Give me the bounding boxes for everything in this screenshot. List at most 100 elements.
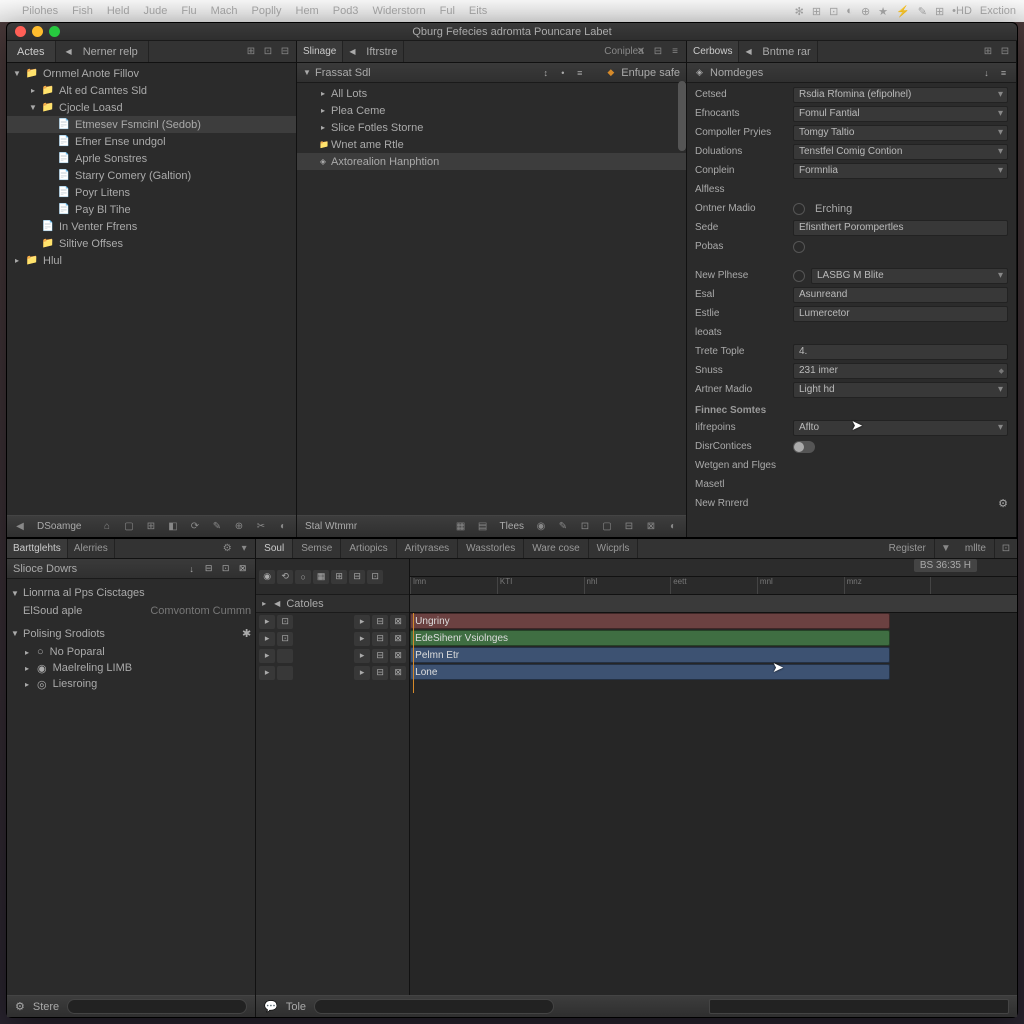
tree-row[interactable]: ▼📁Ornmel Anote Fillov — [7, 65, 296, 82]
tree-row[interactable]: 📄Aprle Sonstres — [7, 150, 296, 167]
dropdown[interactable]: Rsdia Rfomina (efipolnel) — [793, 87, 1008, 103]
menu-item[interactable]: Mach — [211, 5, 238, 17]
menu-item[interactable]: Pilohes — [22, 5, 58, 17]
tree-row[interactable]: ▼📁Cjocle Loasd — [7, 99, 296, 116]
track-btn[interactable]: ◉ — [259, 570, 275, 584]
timeline-tab[interactable]: Artiopics — [341, 539, 396, 558]
icon[interactable]: ⊠ — [236, 562, 249, 575]
status-icon[interactable]: ⊕ — [861, 5, 870, 18]
tool-icon[interactable]: ▤ — [474, 519, 492, 535]
tool-icon[interactable]: ⌂ — [98, 519, 116, 535]
tab-iftrstre[interactable]: ◀ Iftrstre — [343, 41, 404, 62]
track-controls[interactable]: ▸▸⊟⊠ — [256, 664, 409, 681]
tab-nerner[interactable]: ◀ Nerner relp — [56, 41, 149, 62]
dropdown[interactable]: Tenstfel Comig Contion — [793, 144, 1008, 160]
tool-icon[interactable]: ▦ — [452, 519, 470, 535]
asset-row[interactable]: 📁Wnet ame Rtle — [297, 136, 686, 153]
icon[interactable]: ⊟ — [202, 562, 215, 575]
asset-row[interactable]: ▸Plea Ceme — [297, 102, 686, 119]
status-icon[interactable]: ◐ — [846, 5, 853, 18]
tool-icon[interactable]: ◉ — [532, 519, 550, 535]
track-btn[interactable]: ⊟ — [349, 570, 365, 584]
tool-icon[interactable]: ⟳ — [186, 519, 204, 535]
tab-cerbows[interactable]: Cerbows — [687, 41, 739, 62]
tree-row[interactable]: 📄Efner Ense undgol — [7, 133, 296, 150]
menu-item[interactable]: Jude — [143, 5, 167, 17]
track-btn[interactable]: ⟲ — [277, 570, 293, 584]
number-field[interactable]: 231 imer — [793, 363, 1008, 379]
tool-icon[interactable]: ✎ — [208, 519, 226, 535]
panel-icon[interactable]: ≡ — [668, 45, 682, 59]
tool-icon[interactable]: ⊡ — [576, 519, 594, 535]
track-btn[interactable]: ▦ — [313, 570, 329, 584]
tree-row[interactable]: 📄Poyr Litens — [7, 184, 296, 201]
menu-item[interactable]: Poplly — [252, 5, 282, 17]
toggle[interactable] — [793, 441, 815, 453]
scrollbar[interactable] — [678, 81, 686, 151]
tab-mllte[interactable]: mllte — [957, 539, 995, 558]
icon[interactable]: ↓ — [185, 562, 198, 575]
radio[interactable] — [793, 203, 805, 215]
timeline-tab[interactable]: Ware cose — [524, 539, 588, 558]
panel-icon[interactable]: ⊟ — [278, 45, 292, 59]
menu-item[interactable]: Held — [107, 5, 130, 17]
panel-icon[interactable]: ⊞ — [244, 45, 258, 59]
status-icon[interactable]: ⊞ — [935, 5, 944, 18]
tool-icon[interactable]: ▢ — [598, 519, 616, 535]
track-btn[interactable]: ⊞ — [331, 570, 347, 584]
icon[interactable]: ⊡ — [219, 562, 232, 575]
gear-icon[interactable]: ⚙ — [998, 497, 1008, 510]
sort-icon[interactable]: ↕ — [539, 66, 552, 79]
dropdown[interactable]: Tomgy Taltio — [793, 125, 1008, 141]
track-btn[interactable]: ⊡ — [367, 570, 383, 584]
track-controls[interactable]: ▸▸⊟⊠ — [256, 647, 409, 664]
tool-icon[interactable]: ⊠ — [642, 519, 660, 535]
panel-icon[interactable]: ⊟ — [651, 45, 665, 59]
text-field[interactable]: Lumercetor — [793, 306, 1008, 322]
dropdown[interactable]: Light hd — [793, 382, 1008, 398]
tab-register[interactable]: Register — [881, 539, 935, 558]
tab-bntme[interactable]: ◀ Bntme rar — [739, 41, 817, 62]
menu-icon[interactable]: ≡ — [997, 66, 1010, 79]
status-icon[interactable]: ✎ — [918, 5, 927, 18]
maximize-button[interactable] — [49, 26, 60, 37]
tab-alerries[interactable]: Alerries — [68, 539, 115, 558]
panel-icon[interactable]: ⊡ — [999, 542, 1013, 556]
timeline-tab[interactable]: Arityrases — [397, 539, 458, 558]
track-controls[interactable]: ▸⊡▸⊟⊠ — [256, 630, 409, 647]
menu-item[interactable]: Hem — [296, 5, 319, 17]
sort-icon[interactable]: ↓ — [980, 66, 993, 79]
text-field[interactable]: Asunreand — [793, 287, 1008, 303]
tool-icon[interactable]: ◐ — [664, 519, 682, 535]
tool-icon[interactable]: ⊞ — [142, 519, 160, 535]
clip[interactable]: Lone — [410, 664, 889, 680]
tree-row[interactable]: 📁Siltive Offses — [7, 235, 296, 252]
asset-row[interactable]: ▸All Lots — [297, 85, 686, 102]
timeline-ruler[interactable]: BS 36:35 H — [410, 559, 1017, 577]
track-btn[interactable]: ○ — [295, 570, 311, 584]
tool-icon[interactable]: ⊕ — [230, 519, 248, 535]
tree-row[interactable]: 📄Etmesev Fsmcinl (Sedob) — [7, 116, 296, 133]
tool-icon[interactable]: ✂ — [252, 519, 270, 535]
list-item[interactable]: ▸◎Liesroing — [11, 676, 251, 692]
status-icon[interactable]: •HD — [952, 5, 972, 18]
menu-item[interactable]: Flu — [181, 5, 196, 17]
tree-row[interactable]: 📄In Venter Ffrens — [7, 218, 296, 235]
zoom-slider[interactable] — [709, 999, 1009, 1014]
dropdown[interactable]: Fomul Fantial — [793, 106, 1008, 122]
radio[interactable] — [793, 270, 805, 282]
tool-icon[interactable]: ◐ — [274, 519, 292, 535]
tab-soul[interactable]: Soul — [256, 539, 293, 558]
clip[interactable]: EdeSihenr Vsiolnges — [410, 630, 889, 646]
panel-icon[interactable]: ⊟ — [998, 45, 1012, 59]
panel-icon[interactable]: ⊡ — [261, 45, 275, 59]
tab-actes[interactable]: Actes — [7, 41, 56, 62]
asset-row[interactable]: ◈Axtorealion Hanphtion — [297, 153, 686, 170]
panel-icon[interactable]: ▾ — [237, 542, 251, 556]
filter-icon[interactable]: ▼ — [939, 542, 953, 556]
menu-item[interactable]: Eits — [469, 5, 487, 17]
dropdown[interactable]: Aflto — [793, 420, 1008, 436]
search-input[interactable] — [314, 999, 554, 1014]
tab-slinage[interactable]: Slinage — [297, 41, 343, 62]
status-icon[interactable]: ⊞ — [812, 5, 821, 18]
